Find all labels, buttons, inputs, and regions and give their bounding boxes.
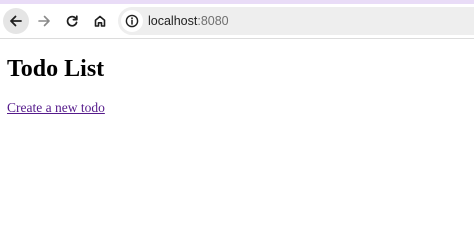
address-bar[interactable]: localhost:8080 (118, 7, 474, 35)
site-info-button[interactable] (121, 10, 143, 32)
url-text[interactable]: localhost:8080 (148, 7, 229, 35)
browser-window: localhost:8080 Todo List Create a new to… (0, 0, 474, 240)
home-button[interactable] (87, 8, 113, 34)
browser-toolbar: localhost:8080 (0, 4, 474, 39)
reload-button[interactable] (59, 8, 85, 34)
page-content: Todo List Create a new todo (0, 39, 474, 240)
reload-icon (66, 15, 78, 27)
create-todo-link[interactable]: Create a new todo (7, 100, 105, 116)
info-icon (125, 14, 139, 28)
home-icon (94, 15, 106, 27)
page-title: Todo List (7, 56, 105, 82)
arrow-right-icon (38, 15, 50, 27)
arrow-left-icon (10, 15, 22, 27)
url-host: localhost (148, 14, 198, 28)
url-port: :8080 (197, 14, 229, 28)
forward-button[interactable] (31, 8, 57, 34)
back-button[interactable] (3, 8, 29, 34)
